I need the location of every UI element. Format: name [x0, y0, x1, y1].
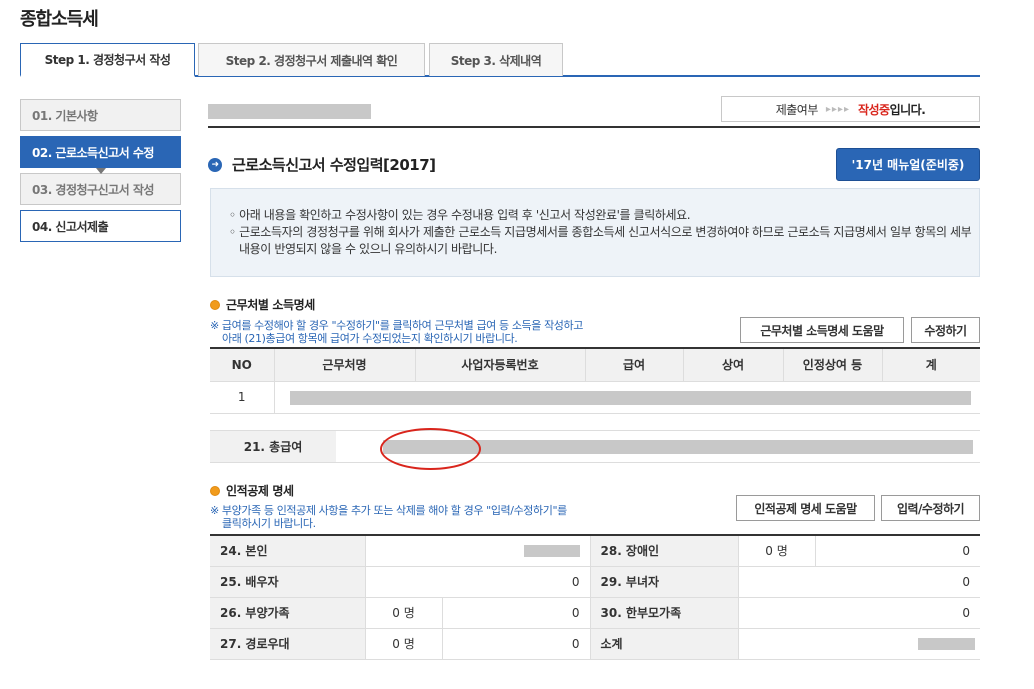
col-salary: 급여 — [584, 348, 683, 382]
table-row: 1 — [210, 381, 980, 414]
step-submit[interactable]: 04. 신고서제출 — [20, 210, 181, 242]
section-title: ➜ 근로소득신고서 수정입력[2017] — [208, 154, 436, 175]
dependents-value: 0 — [441, 597, 590, 629]
elderly-count: 0 명 — [364, 628, 442, 660]
notice-line: ◦ 근로소득자의 경정청구를 위해 회사가 제출한 근로소득 지급명세서를 종합… — [229, 225, 972, 256]
table-row: 21. 총급여 — [210, 430, 980, 463]
step-edit-labor-income[interactable]: 02. 근로소득신고서 수정 — [20, 136, 181, 168]
table-row: 24. 본인 28. 장애인 0 명 0 — [210, 535, 980, 567]
col-no: NO — [210, 348, 274, 382]
tab-step1[interactable]: Step 1. 경정청구서 작성 — [20, 43, 195, 77]
col-total: 계 — [881, 348, 980, 382]
income-note-line1: ※ 급여를 수정해야 할 경우 "수정하기"를 클릭하여 근무처별 급여 등 소… — [210, 319, 583, 332]
redacted-row-bar — [289, 390, 971, 405]
deduction-edit-button[interactable]: 입력/수정하기 — [881, 495, 980, 521]
disabled-label: 28. 장애인 — [589, 535, 738, 567]
deduction-note: ※ 부양가족 등 인적공제 사항을 추가 또는 삭제를 해야 할 경우 "입력/… — [210, 504, 567, 530]
table-row: 25. 배우자 0 29. 부녀자 0 — [210, 566, 980, 598]
col-recognized-bonus: 인정상여 등 — [782, 348, 882, 382]
income-help-button[interactable]: 근무처별 소득명세 도움말 — [740, 317, 904, 343]
spouse-value: 0 — [364, 566, 590, 598]
deduction-help-button[interactable]: 인적공제 명세 도움말 — [736, 495, 875, 521]
income-table: NO 근무처명 사업자등록번호 급여 상여 인정상여 등 계 1 — [210, 347, 980, 414]
submit-status-suffix: 입니다. — [889, 102, 926, 117]
elderly-value: 0 — [441, 628, 590, 660]
arrow-right-circle-icon: ➜ — [208, 157, 222, 172]
redacted-subtotal-bar — [918, 637, 975, 650]
deduction-table: 24. 본인 28. 장애인 0 명 0 25. 배우자 0 29. 부녀자 0… — [210, 534, 980, 660]
deduction-note-line1: ※ 부양가족 등 인적공제 사항을 추가 또는 삭제를 해야 할 경우 "입력/… — [210, 504, 567, 517]
redacted-self-bar — [523, 545, 580, 557]
self-label: 24. 본인 — [210, 535, 365, 567]
dependents-label: 26. 부양가족 — [210, 597, 365, 629]
table-row: 27. 경로우대 0 명 0 소계 — [210, 628, 980, 660]
submit-status: 제출여부 ▸▸▸▸ 작성중 입니다. — [721, 96, 980, 122]
deduction-section-title: 인적공제 명세 — [210, 482, 294, 499]
chevrons-icon: ▸▸▸▸ — [825, 103, 850, 115]
total-salary-table: 21. 총급여 — [210, 430, 980, 463]
redacted-name — [208, 104, 371, 119]
table-row: 26. 부양가족 0 명 0 30. 한부모가족 0 — [210, 597, 980, 629]
bullet-icon — [210, 299, 220, 310]
bullet-icon — [210, 485, 220, 496]
notice-line: ◦ 아래 내용을 확인하고 수정사항이 있는 경우 수정내용 입력 후 '신고서… — [229, 208, 691, 222]
single-woman-label: 29. 부녀자 — [589, 566, 738, 598]
col-bonus: 상여 — [682, 348, 783, 382]
single-woman-value: 0 — [737, 566, 980, 598]
redacted-row — [273, 381, 980, 414]
step-basic-info[interactable]: 01. 기본사항 — [20, 99, 181, 131]
income-note-line2: 아래 (21)총급여 항목에 급여가 수정되었는지 확인하시기 바랍니다. — [222, 332, 518, 345]
dependents-count: 0 명 — [364, 597, 442, 629]
deduction-note-line2: 클릭하시기 바랍니다. — [222, 517, 316, 530]
income-table-header: NO 근무처명 사업자등록번호 급여 상여 인정상여 등 계 — [210, 348, 980, 382]
self-value — [364, 535, 590, 567]
submit-status-label: 제출여부 — [775, 102, 819, 117]
subtotal-value — [737, 628, 980, 660]
subtotal-label: 소계 — [589, 628, 738, 660]
income-edit-button[interactable]: 수정하기 — [911, 317, 980, 343]
elderly-label: 27. 경로우대 — [210, 628, 365, 660]
total-salary-label: 21. 총급여 — [210, 430, 336, 463]
submit-status-value: 작성중 — [857, 102, 890, 117]
single-parent-value: 0 — [737, 597, 980, 629]
income-note: ※ 급여를 수정해야 할 경우 "수정하기"를 클릭하여 근무처별 급여 등 소… — [210, 319, 583, 345]
step-write-claim[interactable]: 03. 경정청구신고서 작성 — [20, 173, 181, 205]
tab-step3[interactable]: Step 3. 삭제내역 — [429, 43, 563, 76]
tab-bar: Step 1. 경정청구서 작성 Step 2. 경정청구서 제출내역 확인 S… — [20, 43, 980, 77]
deduction-title-text: 인적공제 명세 — [226, 484, 294, 498]
income-title-text: 근무처별 소득명세 — [226, 298, 315, 312]
income-section-title: 근무처별 소득명세 — [210, 296, 315, 313]
manual-button[interactable]: '17년 매뉴얼(준비중) — [836, 148, 980, 181]
section-title-text: 근로소득신고서 수정입력[2017] — [232, 156, 436, 174]
single-parent-label: 30. 한부모가족 — [589, 597, 738, 629]
disabled-count: 0 명 — [737, 535, 815, 567]
step-nav: 01. 기본사항 02. 근로소득신고서 수정 03. 경정청구신고서 작성 0… — [20, 99, 181, 247]
row-no: 1 — [210, 381, 274, 414]
divider — [208, 126, 980, 128]
highlight-circle — [380, 428, 481, 470]
spouse-label: 25. 배우자 — [210, 566, 365, 598]
col-workplace: 근무처명 — [273, 348, 415, 382]
disabled-value: 0 — [814, 535, 980, 567]
tab-step2[interactable]: Step 2. 경정청구서 제출내역 확인 — [198, 43, 425, 76]
page-title: 종합소득세 — [20, 9, 99, 30]
col-business-no: 사업자등록번호 — [414, 348, 585, 382]
notice-box: ◦ 아래 내용을 확인하고 수정사항이 있는 경우 수정내용 입력 후 '신고서… — [210, 188, 980, 277]
